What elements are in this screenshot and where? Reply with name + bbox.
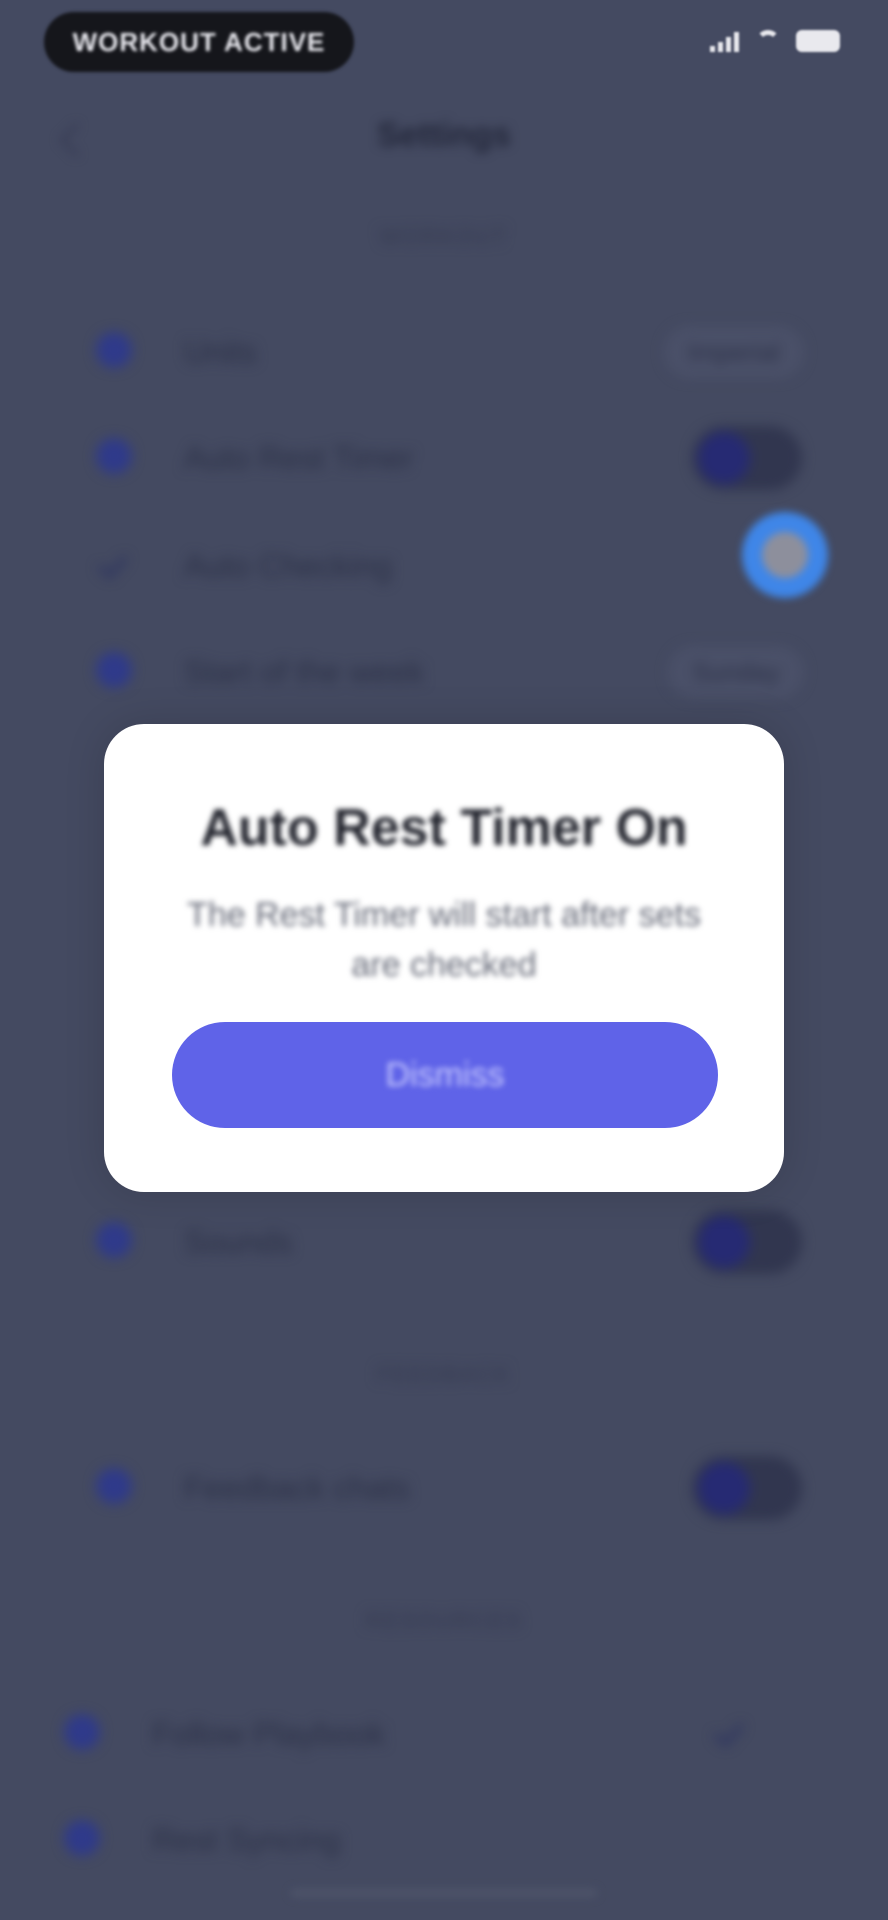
home-indicator xyxy=(290,1888,598,1898)
wifi-icon xyxy=(754,30,782,52)
units-value[interactable]: Imperial xyxy=(663,326,804,378)
settings-row-auto-checking: Auto Checking xyxy=(80,526,820,606)
auto-rest-timer-toggle[interactable] xyxy=(692,426,802,490)
settings-row-rest-syncing[interactable]: Rest Syncing xyxy=(48,1800,788,1880)
timer-icon xyxy=(96,438,132,474)
settings-row-label: Auto Rest Timer xyxy=(184,440,414,476)
settings-row-start-of-week[interactable]: Start of the week Sunday xyxy=(80,632,820,712)
dismiss-button[interactable]: Dismiss xyxy=(172,1022,718,1128)
sounds-toggle[interactable] xyxy=(692,1210,802,1274)
settings-row-label: Start of the week xyxy=(184,654,425,690)
sync-icon xyxy=(64,1820,100,1856)
chat-icon xyxy=(96,1468,132,1504)
settings-row-label: Units xyxy=(184,334,257,370)
settings-row-units[interactable]: Units Imperial xyxy=(80,312,820,392)
settings-row-feedback-chats: Feedback chats xyxy=(80,1448,820,1528)
settings-row-label: Auto Checking xyxy=(184,548,393,584)
calendar-icon xyxy=(96,652,132,688)
start-of-week-value[interactable]: Sunday xyxy=(667,646,804,698)
page-title: Settings xyxy=(376,116,512,154)
settings-screen: WORKOUT ACTIVE Settings Workout Units Im… xyxy=(0,0,888,1920)
check-icon xyxy=(96,546,132,582)
settings-row-label: Sounds xyxy=(184,1224,293,1260)
header: Settings xyxy=(0,100,888,180)
section-label-workout: Workout xyxy=(379,224,509,249)
settings-row-label: Follow Playbook xyxy=(152,1716,385,1752)
system-status-icons xyxy=(710,30,840,52)
settings-row-label: Rest Syncing xyxy=(152,1822,341,1858)
units-icon xyxy=(96,332,132,368)
settings-row-sounds: Sounds xyxy=(80,1202,820,1282)
workout-status-pill[interactable]: WORKOUT ACTIVE xyxy=(44,12,354,72)
playbook-icon xyxy=(64,1714,100,1750)
dismiss-button-label: Dismiss xyxy=(385,1055,505,1094)
checkmark-icon xyxy=(712,1714,748,1750)
status-bar: WORKOUT ACTIVE xyxy=(0,0,888,80)
battery-icon xyxy=(796,30,840,52)
section-label-feedback: Feedback xyxy=(376,1362,512,1387)
dialog-title: Auto Rest Timer On xyxy=(200,799,688,857)
auto-rest-timer-dialog: Auto Rest Timer On The Rest Timer will s… xyxy=(104,724,784,1192)
settings-row-follow-playbook[interactable]: Follow Playbook xyxy=(48,1694,788,1774)
dialog-message: The Rest Timer will start after sets are… xyxy=(187,896,701,984)
workout-status-text: WORKOUT ACTIVE xyxy=(72,26,326,57)
signal-icon xyxy=(710,30,740,52)
section-label-resources: Resources xyxy=(365,1608,523,1633)
settings-row-auto-rest-timer: Auto Rest Timer xyxy=(80,418,820,498)
auto-checking-toggle[interactable] xyxy=(742,512,828,598)
sound-icon xyxy=(96,1222,132,1258)
feedback-chats-toggle[interactable] xyxy=(692,1456,802,1520)
settings-row-label: Feedback chats xyxy=(184,1470,410,1506)
